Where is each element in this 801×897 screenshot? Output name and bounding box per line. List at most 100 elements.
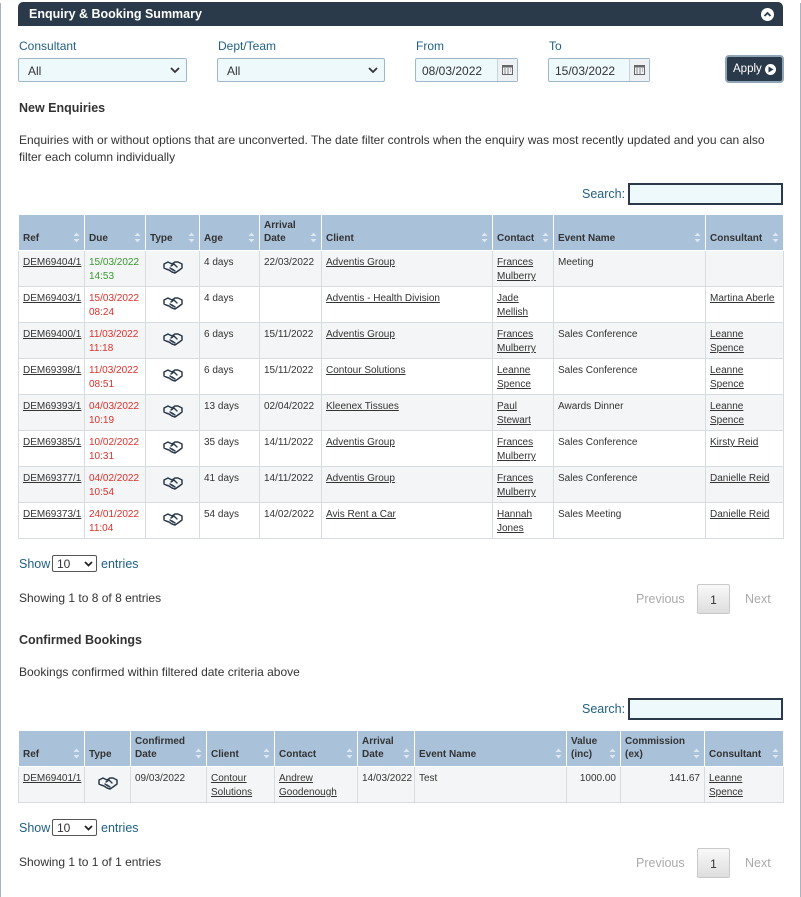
ref-link[interactable]: DEM69403/1 xyxy=(23,293,81,304)
client-link[interactable]: Adventis Group xyxy=(326,473,395,484)
from-date-field[interactable]: 08/03/2022 xyxy=(415,58,518,82)
bookings-title: Confirmed Bookings xyxy=(19,633,142,647)
contact-link[interactable]: Jade Mellish xyxy=(497,293,528,318)
handshake-icon xyxy=(162,477,183,490)
bookings-page-button[interactable]: 1 xyxy=(697,848,730,878)
enquiries-page-size-select[interactable]: 10 xyxy=(52,555,97,572)
apply-button[interactable]: Apply xyxy=(725,55,784,83)
enquiries-search-label: Search: xyxy=(582,187,626,201)
client-link[interactable]: Adventis Group xyxy=(326,257,395,268)
to-date-field[interactable]: 15/03/2022 xyxy=(548,58,650,82)
client-link[interactable]: Kleenex Tissues xyxy=(326,401,399,412)
calendar-icon[interactable] xyxy=(497,59,517,81)
column-header-age[interactable]: Age xyxy=(199,214,260,251)
dept-select[interactable]: All xyxy=(217,58,385,82)
enquiries-previous-button[interactable]: Previous xyxy=(636,592,685,606)
consultant-link[interactable]: Danielle Reid xyxy=(710,509,769,520)
collapse-icon[interactable] xyxy=(761,8,774,21)
bookings-next-button[interactable]: Next xyxy=(745,856,771,870)
handshake-icon xyxy=(162,333,183,346)
ref-link[interactable]: DEM69401/1 xyxy=(23,773,81,784)
table-cell: Danielle Reid xyxy=(705,466,784,503)
column-header-consultant[interactable]: Consultant xyxy=(704,730,784,767)
column-header-event-name[interactable]: Event Name xyxy=(414,730,567,767)
contact-link[interactable]: Frances Mulberry xyxy=(497,473,536,498)
column-header-contact[interactable]: Contact xyxy=(492,214,554,251)
due-time: 08:24 xyxy=(89,307,115,318)
enquiries-page-button[interactable]: 1 xyxy=(697,584,730,614)
column-header-type[interactable]: Type xyxy=(84,730,131,767)
column-header-value-inc[interactable]: Value (inc) xyxy=(566,730,621,767)
client-link[interactable]: Contour Solutions xyxy=(211,773,252,798)
consultant-link[interactable]: Leanne Spence xyxy=(709,773,743,798)
ref-link[interactable]: DEM69373/1 xyxy=(23,509,81,520)
chevron-down-icon xyxy=(84,825,93,831)
contact-link[interactable]: Hannah Jones xyxy=(497,509,532,534)
ref-link[interactable]: DEM69377/1 xyxy=(23,473,81,484)
due-date: 04/03/2022 xyxy=(89,401,140,412)
sort-icon xyxy=(694,232,701,243)
ref-link[interactable]: DEM69400/1 xyxy=(23,329,81,340)
contact-link[interactable]: Paul Stewart xyxy=(497,401,531,426)
bookings-search-input[interactable] xyxy=(628,698,783,720)
client-link[interactable]: Adventis Group xyxy=(326,329,395,340)
column-header-consultant[interactable]: Consultant xyxy=(705,214,784,251)
ref-link[interactable]: DEM69393/1 xyxy=(23,401,81,412)
consultant-link[interactable]: Kirsty Reid xyxy=(710,437,758,448)
value-text: 1000.00 xyxy=(579,773,616,784)
enquiries-next-button[interactable]: Next xyxy=(745,592,771,606)
consultant-select[interactable]: All xyxy=(18,58,187,82)
consultant-link[interactable]: Leanne Spence xyxy=(710,401,744,426)
arrival-date: 14/11/2022 xyxy=(264,437,314,448)
due-cell: 24/01/2022 11:04 xyxy=(84,502,146,539)
table-cell: Meeting xyxy=(553,250,706,287)
contact-link[interactable]: Andrew Goodenough xyxy=(279,773,337,798)
table-cell: Adventis Group xyxy=(321,430,493,467)
ref-link[interactable]: DEM69398/1 xyxy=(23,365,81,376)
due-time: 10:54 xyxy=(89,487,115,498)
age-text: 6 days xyxy=(204,329,234,340)
column-header-event-name[interactable]: Event Name xyxy=(553,214,706,251)
table-cell: 4 days xyxy=(199,286,260,323)
column-header-ref[interactable]: Ref xyxy=(18,214,85,251)
column-header-confirmed-date[interactable]: Confirmed Date xyxy=(130,730,207,767)
ref-link[interactable]: DEM69404/1 xyxy=(23,257,81,268)
consultant-link[interactable]: Leanne Spence xyxy=(710,365,744,390)
handshake-icon xyxy=(162,441,183,454)
contact-link[interactable]: Frances Mulberry xyxy=(497,329,536,354)
column-header-contact[interactable]: Contact xyxy=(274,730,358,767)
column-header-commission-ex[interactable]: Commission (ex) xyxy=(620,730,705,767)
column-header-ref[interactable]: Ref xyxy=(18,730,85,767)
table-cell: Awards Dinner xyxy=(553,394,706,431)
column-header-label: Contact xyxy=(279,749,317,760)
column-header-arrival-date[interactable]: Arrival Date xyxy=(357,730,415,767)
sort-icon xyxy=(403,748,410,759)
consultant-link[interactable]: Martina Aberle xyxy=(710,293,774,304)
contact-link[interactable]: Frances Mulberry xyxy=(497,257,536,282)
consultant-link[interactable]: Leanne Spence xyxy=(710,329,744,354)
column-header-due[interactable]: Due xyxy=(84,214,146,251)
page-number: 1 xyxy=(710,593,717,607)
contact-link[interactable]: Leanne Spence xyxy=(497,365,531,390)
column-header-label: Ref xyxy=(23,749,40,760)
bookings-search-label: Search: xyxy=(582,702,626,716)
column-header-client[interactable]: Client xyxy=(206,730,275,767)
client-link[interactable]: Avis Rent a Car xyxy=(326,509,396,520)
table-cell: 15/11/2022 xyxy=(259,358,322,395)
column-header-arrival-date[interactable]: Arrival Date xyxy=(259,214,322,251)
client-link[interactable]: Adventis Group xyxy=(326,437,395,448)
contact-link[interactable]: Frances Mulberry xyxy=(497,437,536,462)
client-link[interactable]: Adventis - Health Division xyxy=(326,293,440,304)
calendar-icon[interactable] xyxy=(629,59,649,81)
arrival-date: 14/02/2022 xyxy=(264,509,315,520)
table-cell: DEM69377/1 xyxy=(18,466,85,503)
client-link[interactable]: Contour Solutions xyxy=(326,365,406,376)
bookings-page-size-select[interactable]: 10 xyxy=(52,819,97,836)
enquiries-search-input[interactable] xyxy=(628,183,783,205)
ref-link[interactable]: DEM69385/1 xyxy=(23,437,81,448)
column-header-client[interactable]: Client xyxy=(321,214,493,251)
to-date-value: 15/03/2022 xyxy=(555,64,616,78)
column-header-type[interactable]: Type xyxy=(145,214,200,251)
consultant-link[interactable]: Danielle Reid xyxy=(710,473,769,484)
bookings-previous-button[interactable]: Previous xyxy=(636,856,685,870)
